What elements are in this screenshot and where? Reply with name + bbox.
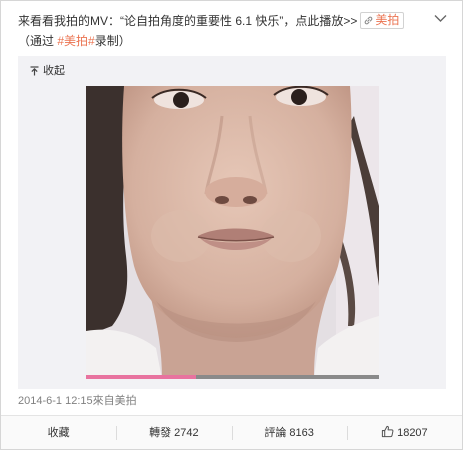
video-frame-image <box>86 86 379 379</box>
video-progress-bar[interactable] <box>86 375 379 379</box>
post-timestamp[interactable]: 2014-6-1 12:15 <box>18 395 93 407</box>
collapse-button[interactable]: 收起 <box>30 64 65 78</box>
post-meta: 2014-6-1 12:15來自美拍 <box>18 393 137 409</box>
like-button[interactable]: 18207 <box>346 416 462 449</box>
collapse-up-icon <box>30 66 39 76</box>
repost-label: 轉發 <box>149 427 172 439</box>
repost-count: 2742 <box>174 427 199 439</box>
post-text: 来看看我拍的MV：“论自拍角度的重要性 6.1 快乐”，点此播放>> 美拍（通过 … <box>18 11 430 51</box>
meipai-link-badge[interactable]: 美拍 <box>360 12 405 29</box>
video-progress-fill <box>86 375 196 379</box>
source-prefix: 來自 <box>92 395 115 407</box>
thumbs-up-icon <box>381 425 394 438</box>
favorite-button[interactable]: 收藏 <box>1 416 116 449</box>
media-panel: 收起 <box>18 56 446 389</box>
weibo-post-card: 来看看我拍的MV：“论自拍角度的重要性 6.1 快乐”，点此播放>> 美拍（通过 … <box>0 0 463 450</box>
via-text: （通过 <box>18 34 58 48</box>
collapse-label: 收起 <box>43 65 65 77</box>
hashtag-link[interactable]: #美拍# <box>57 34 94 48</box>
comment-count: 8163 <box>289 427 314 439</box>
source-link[interactable]: 美拍 <box>115 395 137 407</box>
repost-button[interactable]: 轉發 2742 <box>116 416 231 449</box>
link-label: 美拍 <box>375 13 400 27</box>
comment-label: 評論 <box>264 427 287 439</box>
comment-button[interactable]: 評論 8163 <box>231 416 347 449</box>
video-player[interactable] <box>86 86 379 379</box>
via-suffix-text: 录制） <box>94 34 131 48</box>
chevron-down-icon[interactable] <box>434 14 447 23</box>
post-text-body: 来看看我拍的MV：“论自拍角度的重要性 6.1 快乐”，点此播放>> <box>18 14 358 28</box>
action-bar: 收藏 轉發 2742 評論 8163 18207 <box>1 415 462 449</box>
favorite-label: 收藏 <box>47 427 70 439</box>
like-count: 18207 <box>397 427 428 439</box>
link-icon <box>365 16 373 25</box>
